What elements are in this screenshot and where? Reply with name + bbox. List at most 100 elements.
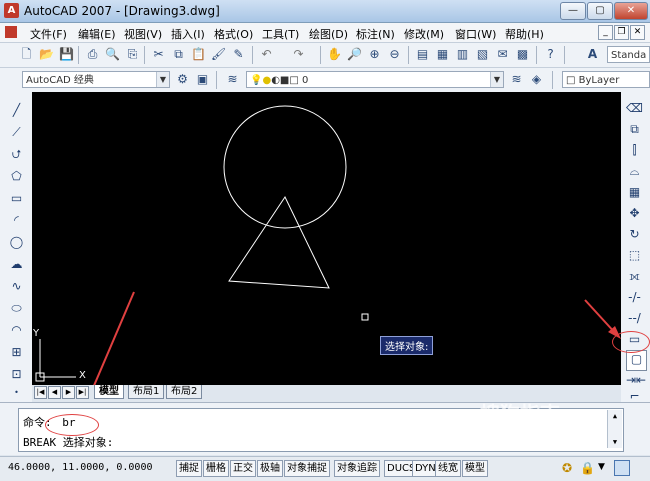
status-menu-arrow-icon[interactable]: ▼ (598, 462, 605, 472)
close-button[interactable]: ✕ (614, 2, 648, 20)
scale-icon[interactable]: ⬚ (626, 247, 643, 264)
make-block-icon[interactable]: ⊡ (8, 366, 25, 383)
model-toggle[interactable]: 模型 (462, 460, 488, 477)
maximize-button[interactable]: ▢ (587, 2, 613, 20)
last-tab-button[interactable]: ▶| (76, 386, 89, 399)
offset-icon[interactable]: ⌓ (626, 163, 643, 180)
menu-file[interactable]: 文件(F) (30, 26, 67, 42)
publish-icon[interactable]: ⎘ (124, 46, 141, 63)
snap-toggle[interactable]: 捕捉 (176, 460, 202, 477)
sheet-set-icon[interactable]: ▧ (474, 46, 491, 63)
join-icon[interactable]: ⇥⇤ (626, 372, 646, 389)
cut-icon[interactable]: ✂ (150, 46, 167, 63)
match-properties-icon[interactable]: 🖌 (210, 46, 227, 63)
menu-view[interactable]: 视图(V) (124, 26, 162, 42)
color-select[interactable]: □ ByLayer (562, 71, 650, 88)
zoom-previous-icon[interactable]: ⊖ (386, 46, 403, 63)
workspace-settings-icon[interactable]: ⚙ (174, 71, 191, 88)
design-center-icon[interactable]: ▦ (434, 46, 451, 63)
pan-icon[interactable]: ✋ (326, 46, 343, 63)
minimize-button[interactable]: — (560, 2, 586, 20)
mirror-icon[interactable]: ⫿ (626, 142, 643, 159)
osnap-toggle[interactable]: 对象捕捉 (284, 460, 330, 477)
erase-icon[interactable]: ⌫ (626, 100, 643, 117)
layer-select[interactable]: 💡●◐■□ 0 ▼ (246, 71, 504, 88)
grid-toggle[interactable]: 栅格 (203, 460, 229, 477)
doc-restore-button[interactable]: ❐ (614, 25, 629, 40)
copy-icon[interactable]: ⧉ (170, 46, 187, 63)
arc-icon[interactable]: ◜ (8, 212, 25, 229)
tab-model[interactable]: 模型 (94, 385, 124, 399)
revision-cloud-icon[interactable]: ☁ (8, 256, 25, 273)
menu-dimension[interactable]: 标注(N) (356, 26, 395, 42)
text-style-select[interactable]: Standa (607, 46, 650, 63)
menu-tools[interactable]: 工具(T) (262, 26, 299, 42)
new-icon[interactable]: 🗋 (18, 46, 35, 63)
autocad-app-icon[interactable]: A (4, 3, 19, 18)
menu-draw[interactable]: 绘图(D) (309, 26, 348, 42)
markup-icon[interactable]: ✉ (494, 46, 511, 63)
trim-icon[interactable]: -/- (626, 289, 643, 306)
move-icon[interactable]: ✥ (626, 205, 643, 222)
doc-close-button[interactable]: ✕ (630, 25, 645, 40)
clean-screen-icon[interactable] (614, 460, 630, 476)
document-icon[interactable] (5, 26, 17, 38)
rotate-icon[interactable]: ↻ (626, 226, 643, 243)
help-icon[interactable]: ? (542, 46, 559, 63)
rectangle-icon[interactable]: ▭ (8, 190, 25, 207)
break-icon[interactable]: ▢ (626, 350, 647, 371)
polygon-icon[interactable]: ⬠ (8, 168, 25, 185)
properties-icon[interactable]: ▤ (414, 46, 431, 63)
polar-toggle[interactable]: 极轴 (257, 460, 283, 477)
stretch-icon[interactable]: ⟗ (626, 268, 643, 285)
construction-line-icon[interactable]: ⟋ (8, 124, 25, 141)
communication-center-icon[interactable]: ✪ (562, 461, 572, 475)
spline-icon[interactable]: ∿ (8, 278, 25, 295)
next-tab-button[interactable]: ▶ (62, 386, 75, 399)
workspace-select[interactable]: AutoCAD 经典 ▼ (22, 71, 170, 88)
zoom-realtime-icon[interactable]: 🔎 (346, 46, 363, 63)
undo-icon[interactable]: ↶ (258, 46, 275, 63)
drawing-canvas[interactable]: Y X 选择对象: (32, 92, 621, 385)
save-icon[interactable]: 💾 (58, 46, 75, 63)
command-scrollbar[interactable]: ▲ ▼ (607, 410, 622, 448)
menu-format[interactable]: 格式(O) (214, 26, 253, 42)
save-workspace-icon[interactable]: ▣ (194, 71, 211, 88)
circle-entity[interactable] (223, 105, 347, 229)
polyline-icon[interactable]: ⮍ (8, 146, 25, 163)
lineweight-toggle[interactable]: 线宽 (435, 460, 461, 477)
extend-icon[interactable]: --/ (626, 310, 643, 327)
plot-preview-icon[interactable]: 🔍 (104, 46, 121, 63)
menu-help[interactable]: 帮助(H) (505, 26, 544, 42)
first-tab-button[interactable]: |◀ (34, 386, 47, 399)
ellipse-icon[interactable]: ⬭ (8, 300, 25, 317)
tab-layout1[interactable]: 布局1 (128, 385, 165, 399)
open-icon[interactable]: 📂 (38, 46, 55, 63)
text-style-icon[interactable]: A (584, 46, 601, 63)
point-icon[interactable]: • (8, 384, 25, 401)
menu-modify[interactable]: 修改(M) (404, 26, 444, 42)
tool-palettes-icon[interactable]: ▥ (454, 46, 471, 63)
paste-icon[interactable]: 📋 (190, 46, 207, 63)
copy-object-icon[interactable]: ⧉ (626, 121, 643, 138)
ellipse-arc-icon[interactable]: ◠ (8, 322, 25, 339)
menu-insert[interactable]: 插入(I) (171, 26, 205, 42)
array-icon[interactable]: ▦ (626, 184, 643, 201)
tab-layout2[interactable]: 布局2 (166, 385, 203, 399)
block-editor-icon[interactable]: ✎ (230, 46, 247, 63)
otrack-toggle[interactable]: 对象追踪 (334, 460, 380, 477)
make-current-layer-icon[interactable]: ≋ (508, 71, 525, 88)
lock-icon[interactable]: 🔒 (580, 461, 595, 475)
plot-icon[interactable]: ⎙ (84, 46, 101, 63)
zoom-window-icon[interactable]: ⊕ (366, 46, 383, 63)
prev-tab-button[interactable]: ◀ (48, 386, 61, 399)
triangle-entity[interactable] (228, 195, 330, 289)
menu-edit[interactable]: 编辑(E) (78, 26, 116, 42)
circle-icon[interactable]: ◯ (8, 234, 25, 251)
layer-previous-icon[interactable]: ◈ (528, 71, 545, 88)
menu-window[interactable]: 窗口(W) (455, 26, 496, 42)
doc-minimize-button[interactable]: _ (598, 25, 613, 40)
insert-block-icon[interactable]: ⊞ (8, 344, 25, 361)
line-icon[interactable]: ╱ (8, 102, 25, 119)
redo-icon[interactable]: ↷ (290, 46, 307, 63)
